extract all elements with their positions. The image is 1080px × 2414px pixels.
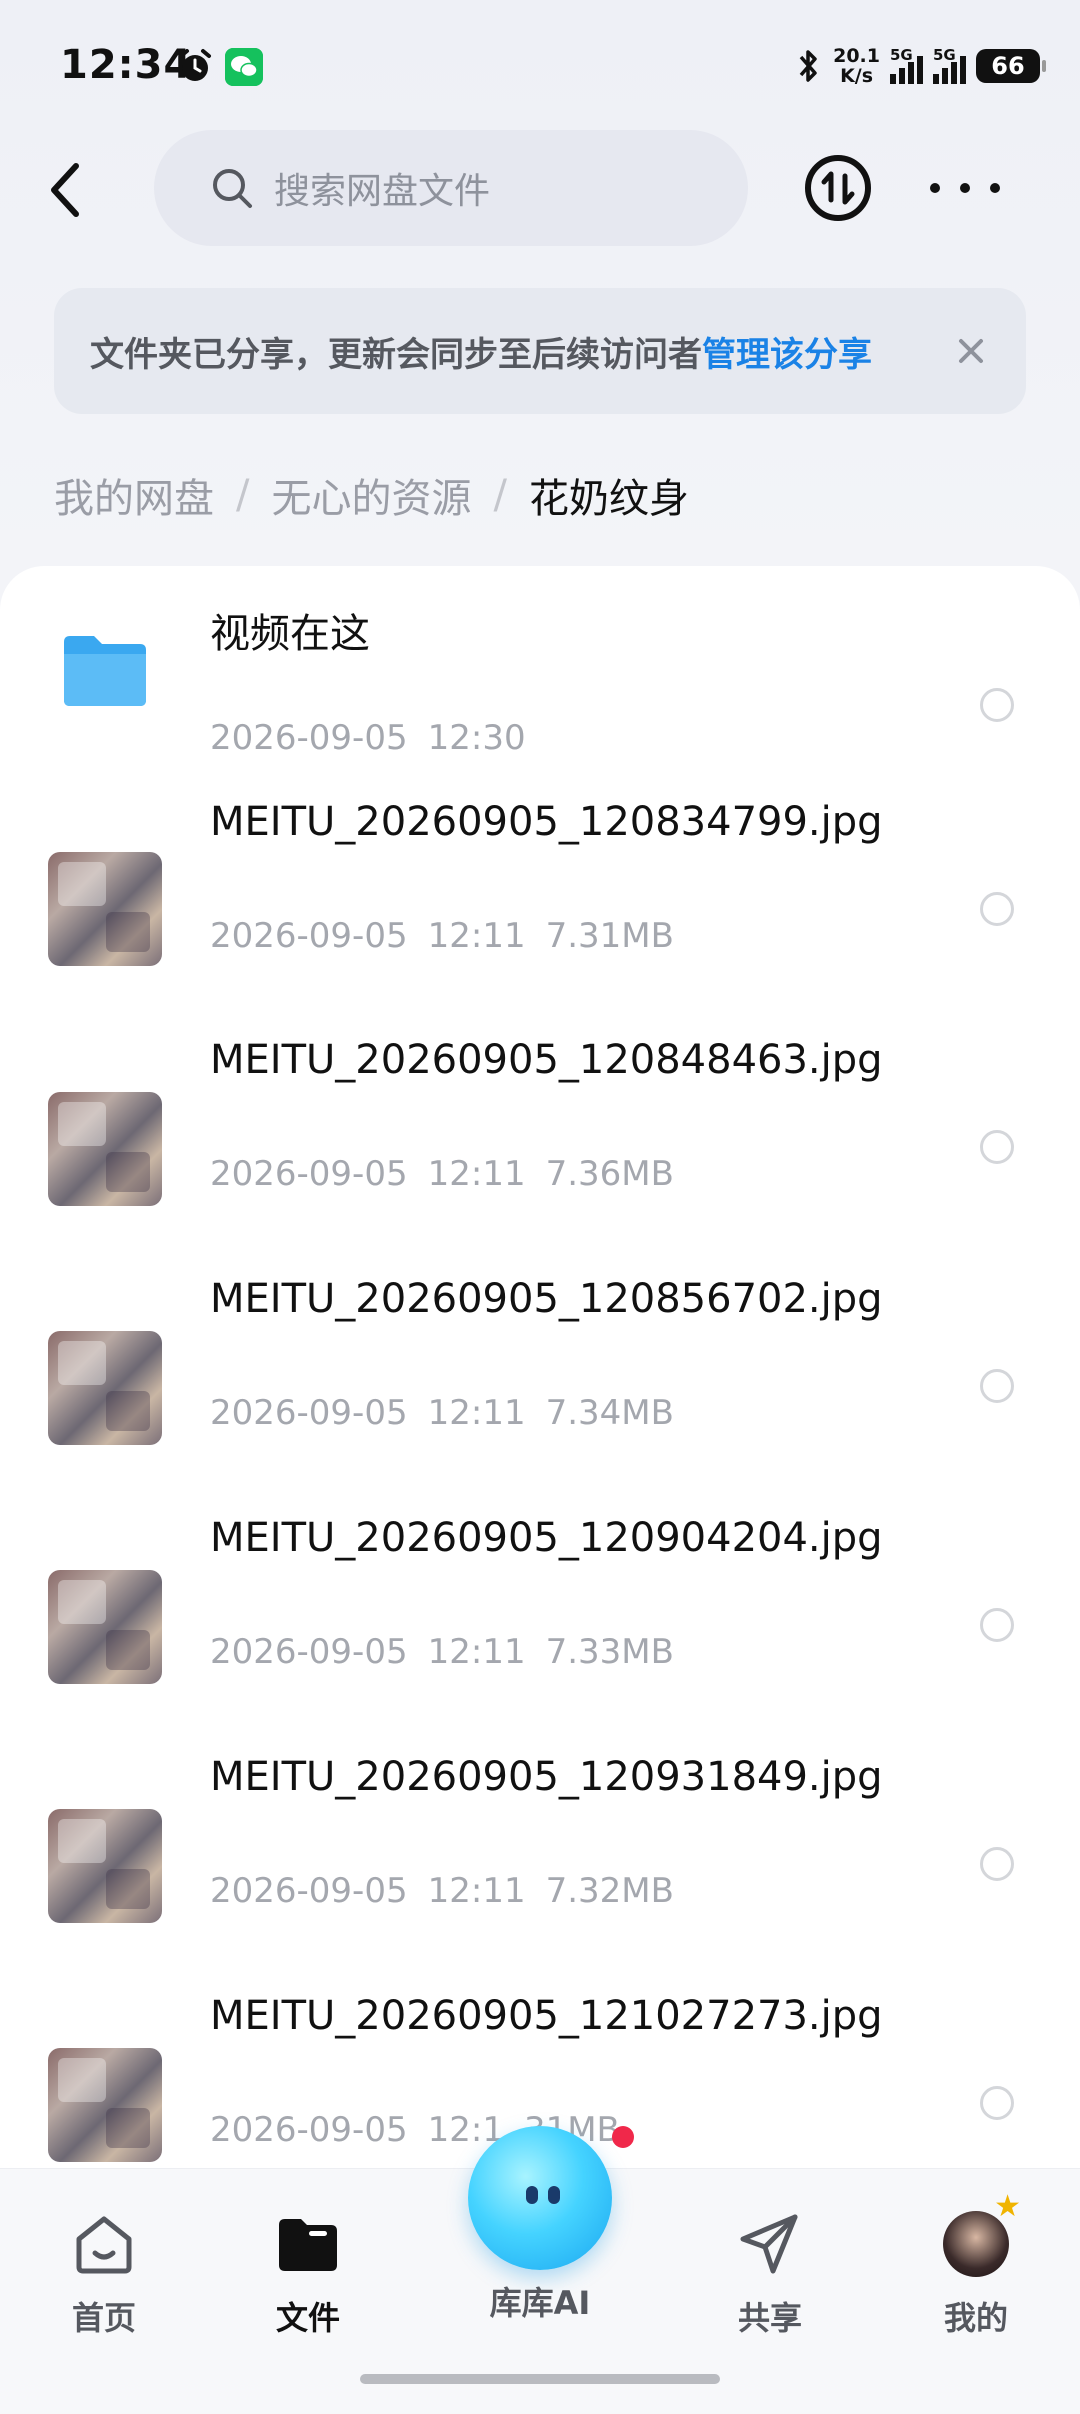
folder-icon bbox=[279, 2219, 337, 2271]
battery-icon: 66 bbox=[976, 49, 1046, 83]
ai-assistant-button[interactable] bbox=[468, 2126, 612, 2270]
file-date: 2026-09-05 bbox=[210, 916, 408, 956]
network-speed-value: 20.1 bbox=[833, 45, 880, 67]
network-speed: 20.1 K/s bbox=[833, 46, 880, 86]
file-date: 2026-09-05 bbox=[210, 2110, 408, 2150]
file-time: 12:11 bbox=[427, 1154, 526, 1194]
signal-2-icon: 5G bbox=[933, 46, 966, 84]
home-indicator[interactable] bbox=[360, 2374, 720, 2384]
tab-me[interactable]: 我的 bbox=[906, 2189, 1046, 2339]
select-radio[interactable] bbox=[980, 1608, 1014, 1642]
folder-icon bbox=[64, 636, 146, 706]
file-meta: 2026-09-05 12:11 7.33MB bbox=[210, 1632, 674, 1672]
list-item-file[interactable]: MEITU_20260905_120834799.jpg 2026-09-05 1… bbox=[0, 796, 1080, 996]
status-time: 12:34 bbox=[60, 42, 193, 88]
file-size: 7.36MB bbox=[545, 1154, 674, 1194]
wechat-icon bbox=[225, 48, 263, 86]
file-meta: 2026-09-05 12:30 bbox=[210, 718, 526, 758]
alarm-icon bbox=[179, 49, 211, 81]
file-name: MEITU_20260905_120848463.jpg bbox=[210, 1037, 883, 1083]
file-list: 视频在这 2026-09-05 12:30 MEITU_20260905_1208… bbox=[0, 566, 1080, 2266]
tab-home-label: 首页 bbox=[71, 2299, 136, 2337]
list-item-folder[interactable]: 视频在这 2026-09-05 12:30 bbox=[0, 606, 1080, 806]
image-thumbnail bbox=[48, 2048, 162, 2162]
signal-1-icon: 5G bbox=[890, 46, 923, 84]
file-meta: 2026-09-05 12:11 7.31MB bbox=[210, 916, 674, 956]
file-name: MEITU_20260905_121027273.jpg bbox=[210, 1993, 883, 2039]
breadcrumb-separator: / bbox=[493, 472, 507, 518]
select-radio[interactable] bbox=[980, 1130, 1014, 1164]
tab-files-label: 文件 bbox=[275, 2299, 340, 2337]
list-item-file[interactable]: MEITU_20260905_120848463.jpg 2026-09-05 1… bbox=[0, 1034, 1080, 1234]
tab-ai-label: 库库AI bbox=[489, 2284, 591, 2322]
send-icon bbox=[740, 2214, 798, 2274]
file-size: 7.34MB bbox=[545, 1393, 674, 1433]
share-banner: 文件夹已分享，更新会同步至后续访问者 管理该分享 bbox=[54, 288, 1026, 414]
status-bar: 12:34 20.1 K/s 5G 5G 66 bbox=[0, 0, 1080, 132]
file-name: MEITU_20260905_120904204.jpg bbox=[210, 1515, 883, 1561]
bluetooth-icon bbox=[799, 50, 817, 82]
file-meta: 2026-09-05 12:11 7.36MB bbox=[210, 1154, 674, 1194]
file-time: 12:30 bbox=[427, 718, 526, 758]
transfer-list-icon[interactable] bbox=[804, 154, 872, 222]
back-arrow-icon[interactable] bbox=[40, 150, 96, 230]
signal-1-label: 5G bbox=[890, 46, 913, 64]
list-item-file[interactable]: MEITU_20260905_120904204.jpg 2026-09-05 1… bbox=[0, 1512, 1080, 1712]
file-name: MEITU_20260905_120856702.jpg bbox=[210, 1276, 883, 1322]
manage-share-link[interactable]: 管理该分享 bbox=[702, 327, 872, 376]
tab-home[interactable]: 首页 bbox=[34, 2209, 174, 2339]
select-radio[interactable] bbox=[980, 1847, 1014, 1881]
breadcrumb: 我的网盘 / 无心的资源 / 花奶纹身 bbox=[54, 466, 689, 524]
tab-me-label: 我的 bbox=[943, 2299, 1008, 2337]
file-date: 2026-09-05 bbox=[210, 1393, 408, 1433]
file-name: MEITU_20260905_120834799.jpg bbox=[210, 799, 883, 845]
file-name: 视频在这 bbox=[210, 611, 370, 657]
select-radio[interactable] bbox=[980, 688, 1014, 722]
file-name: MEITU_20260905_120931849.jpg bbox=[210, 1754, 883, 1800]
file-time: 12:11 bbox=[427, 1632, 526, 1672]
image-thumbnail bbox=[48, 1331, 162, 1445]
home-icon bbox=[76, 2216, 132, 2274]
file-size: 7.33MB bbox=[545, 1632, 674, 1672]
notification-badge bbox=[612, 2126, 634, 2148]
avatar bbox=[941, 2189, 1021, 2279]
tab-share[interactable]: 共享 bbox=[700, 2209, 840, 2339]
file-meta: 2026-09-05 12:11 7.34MB bbox=[210, 1393, 674, 1433]
signal-2-label: 5G bbox=[933, 46, 956, 64]
select-radio[interactable] bbox=[980, 2086, 1014, 2120]
network-speed-unit: K/s bbox=[840, 65, 874, 87]
file-size: 7.32MB bbox=[545, 1871, 674, 1911]
select-radio[interactable] bbox=[980, 1369, 1014, 1403]
search-placeholder: 搜索网盘文件 bbox=[274, 171, 491, 212]
image-thumbnail bbox=[48, 1092, 162, 1206]
more-menu-icon[interactable] bbox=[930, 170, 1000, 206]
select-radio[interactable] bbox=[980, 892, 1014, 926]
tab-share-label: 共享 bbox=[737, 2299, 802, 2337]
file-time: 12:11 bbox=[427, 1871, 526, 1911]
list-item-file[interactable]: MEITU_20260905_120931849.jpg 2026-09-05 1… bbox=[0, 1751, 1080, 1951]
list-item-file[interactable]: MEITU_20260905_120856702.jpg 2026-09-05 1… bbox=[0, 1273, 1080, 1473]
breadcrumb-item-current: 花奶纹身 bbox=[528, 476, 689, 522]
breadcrumb-item-root[interactable]: 我的网盘 bbox=[54, 466, 214, 524]
close-icon[interactable] bbox=[952, 332, 990, 370]
breadcrumb-item-parent[interactable]: 无心的资源 bbox=[271, 466, 471, 524]
file-date: 2026-09-05 bbox=[210, 1154, 408, 1194]
image-thumbnail bbox=[48, 1809, 162, 1923]
share-banner-message: 文件夹已分享，更新会同步至后续访问者 bbox=[90, 334, 702, 375]
search-input[interactable]: 搜索网盘文件 bbox=[154, 130, 748, 246]
file-time: 12:11 bbox=[427, 1393, 526, 1433]
file-time: 12:11 bbox=[427, 916, 526, 956]
breadcrumb-separator: / bbox=[236, 472, 250, 518]
file-date: 2026-09-05 bbox=[210, 1632, 408, 1672]
image-thumbnail bbox=[48, 852, 162, 966]
image-thumbnail bbox=[48, 1570, 162, 1684]
file-date: 2026-09-05 bbox=[210, 718, 408, 758]
file-date: 2026-09-05 bbox=[210, 1871, 408, 1911]
file-size: 7.31MB bbox=[545, 916, 674, 956]
search-icon bbox=[213, 169, 252, 208]
tab-files[interactable]: 文件 bbox=[238, 2209, 378, 2339]
file-meta: 2026-09-05 12:11 7.32MB bbox=[210, 1871, 674, 1911]
